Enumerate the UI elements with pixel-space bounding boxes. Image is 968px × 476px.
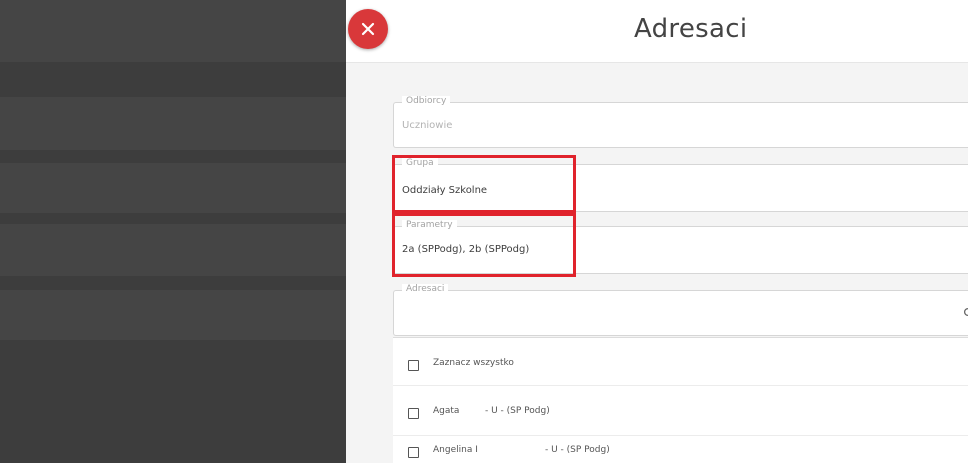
parametry-label: Parametry (402, 220, 457, 230)
grupa-field[interactable]: Grupa Oddziały Szkolne (393, 158, 968, 212)
odbiorcy-value: Uczniowie (402, 120, 453, 131)
select-all-label: Zaznacz wszystko (433, 358, 514, 368)
list-item-name: Angelina I (433, 445, 478, 455)
list-item-checkbox[interactable] (408, 447, 419, 458)
backdrop-row (0, 163, 346, 213)
modal-header: Adresaci (346, 0, 968, 63)
select-all-checkbox[interactable] (408, 360, 419, 371)
odbiorcy-field[interactable]: Odbiorcy Uczniowie (393, 96, 968, 148)
parametry-value: 2a (SPPodg), 2b (SPPodg) (402, 244, 530, 255)
backdrop-row (0, 97, 346, 150)
list-item-checkbox[interactable] (408, 408, 419, 419)
backdrop-row (0, 0, 346, 62)
modal-title: Adresaci (634, 14, 748, 44)
modal-backdrop[interactable] (0, 0, 346, 463)
list-item-detail: - U - (SP Podg) (545, 445, 610, 455)
list-item-detail: - U - (SP Podg) (485, 406, 550, 416)
close-button[interactable] (348, 9, 388, 49)
odbiorcy-label: Odbiorcy (402, 96, 451, 106)
adresaci-search-field[interactable]: Adresaci (393, 284, 968, 336)
select-all-row[interactable]: Zaznacz wszystko (393, 338, 968, 386)
adresaci-label: Adresaci (402, 284, 449, 294)
grupa-value: Oddziały Szkolne (402, 185, 488, 196)
backdrop-row (0, 290, 346, 340)
close-icon (361, 22, 375, 36)
grupa-label: Grupa (402, 158, 438, 168)
backdrop-row (0, 224, 346, 276)
list-item[interactable]: Agata - U - (SP Podg) (393, 386, 968, 436)
list-item[interactable]: Angelina I - U - (SP Podg) (393, 436, 968, 476)
list-item-name: Agata (433, 406, 460, 416)
parametry-field[interactable]: Parametry 2a (SPPodg), 2b (SPPodg) (393, 220, 968, 274)
recipients-list: Zaznacz wszystko Agata - U - (SP Podg) A… (393, 337, 968, 464)
search-icon[interactable] (962, 307, 968, 319)
